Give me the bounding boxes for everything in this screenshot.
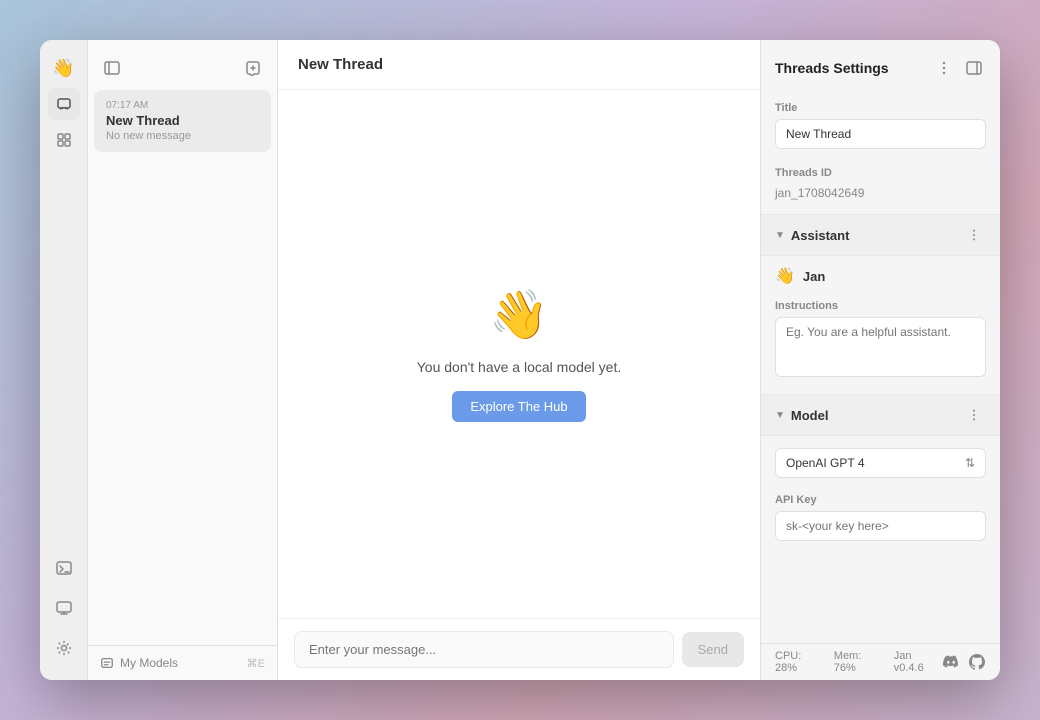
assistant-name: Jan (803, 269, 825, 284)
thread-preview: No new message (106, 130, 259, 142)
empty-state-text: You don't have a local model yet. (417, 359, 622, 375)
api-key-label: API Key (775, 494, 986, 506)
waving-hand-icon: 👋 (489, 286, 549, 343)
more-options-icon[interactable] (932, 56, 956, 80)
sidebar: 👋 (40, 40, 88, 680)
message-input[interactable] (294, 631, 674, 668)
mem-status: Mem: 76% (834, 650, 884, 674)
sidebar-icon-monitor[interactable] (48, 592, 80, 624)
sidebar-icon-grid[interactable] (48, 124, 80, 156)
model-select-arrows-icon: ⇅ (965, 456, 975, 470)
instructions-label: Instructions (775, 300, 986, 312)
status-left: CPU: 28% Mem: 76% Jan v0.4.6 (775, 650, 942, 674)
my-models-label: My Models (120, 656, 178, 670)
status-bar: CPU: 28% Mem: 76% Jan v0.4.6 (761, 643, 1000, 680)
discord-icon[interactable] (942, 653, 960, 671)
assistant-emoji: 👋 (775, 266, 795, 286)
new-thread-icon[interactable] (241, 56, 265, 80)
model-section-title: Model (791, 408, 829, 423)
title-input[interactable] (775, 119, 986, 149)
toggle-sidebar-icon[interactable] (100, 56, 124, 80)
thread-list-panel: 07:17 AM New Thread No new message My Mo… (88, 40, 278, 680)
sidebar-icon-chat[interactable] (48, 88, 80, 120)
model-select[interactable]: OpenAI GPT 4 ⇅ (775, 448, 986, 478)
assistant-chevron-icon: ▼ (775, 230, 785, 241)
settings-header: Threads Settings (761, 40, 1000, 90)
sidebar-bottom (48, 552, 80, 668)
model-chevron-icon: ▼ (775, 410, 785, 421)
chat-header: New Thread (278, 40, 760, 90)
my-models-shortcut: ⌘E (247, 657, 265, 670)
settings-body: Title Threads ID jan_1708042649 ▼ Assist… (761, 90, 1000, 643)
status-right (942, 653, 986, 671)
explore-hub-button[interactable]: Explore The Hub (452, 391, 585, 422)
thread-list-header (88, 40, 277, 88)
app-window: 👋 (40, 40, 1000, 680)
assistant-section-header[interactable]: ▼ Assistant (761, 214, 1000, 256)
settings-header-icons (932, 56, 986, 80)
chat-input-area: Send (278, 618, 760, 680)
title-label: Title (775, 102, 986, 114)
model-select-label: OpenAI GPT 4 (786, 456, 865, 470)
sidebar-icon-terminal[interactable] (48, 552, 80, 584)
settings-title: Threads Settings (775, 60, 889, 76)
assistant-section-title: Assistant (791, 228, 850, 243)
instructions-section: Instructions (761, 292, 1000, 390)
sidebar-icon-hand[interactable]: 👋 (48, 52, 80, 84)
send-button[interactable]: Send (682, 632, 744, 667)
settings-panel: Threads Settings (760, 40, 1000, 680)
github-icon[interactable] (968, 653, 986, 671)
cpu-status: CPU: 28% (775, 650, 824, 674)
thread-time: 07:17 AM (106, 100, 259, 111)
my-models-button[interactable]: My Models ⌘E (88, 645, 277, 680)
instructions-input[interactable] (775, 317, 986, 377)
version-status: Jan v0.4.6 (894, 650, 942, 674)
title-section: Title (761, 94, 1000, 159)
threads-id-label: Threads ID (775, 167, 986, 179)
model-select-section: OpenAI GPT 4 ⇅ (761, 440, 1000, 486)
assistant-row: 👋 Jan (761, 260, 1000, 292)
thread-name: New Thread (106, 113, 259, 128)
api-key-input[interactable] (775, 511, 986, 541)
chat-title: New Thread (298, 56, 383, 73)
threads-id-value: jan_1708042649 (775, 184, 986, 202)
model-section-header[interactable]: ▼ Model (761, 394, 1000, 436)
sidebar-icon-settings[interactable] (48, 632, 80, 664)
model-more-icon[interactable] (962, 403, 986, 427)
assistant-more-icon[interactable] (962, 223, 986, 247)
chat-body: 👋 You don't have a local model yet. Expl… (278, 90, 760, 618)
collapse-settings-icon[interactable] (962, 56, 986, 80)
api-key-section: API Key (761, 486, 1000, 551)
threads-id-section: Threads ID jan_1708042649 (761, 159, 1000, 210)
thread-item[interactable]: 07:17 AM New Thread No new message (94, 90, 271, 152)
main-chat: New Thread 👋 You don't have a local mode… (278, 40, 760, 680)
